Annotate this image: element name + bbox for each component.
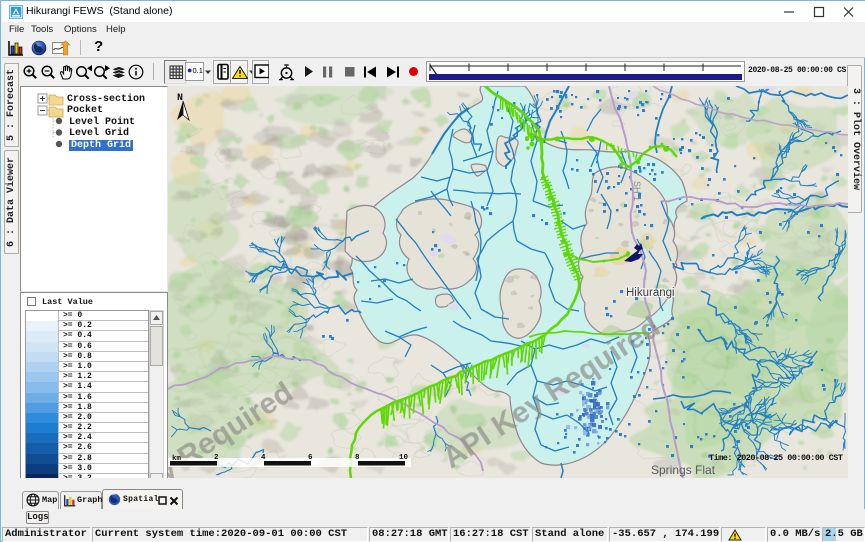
- svg-text:6: 6: [308, 454, 313, 462]
- svg-text:SH 1: SH 1: [632, 181, 642, 201]
- svg-text:N: N: [177, 93, 183, 104]
- svg-text:Springs Flat: Springs Flat: [651, 463, 716, 477]
- svg-text:10: 10: [399, 454, 409, 462]
- svg-text:2: 2: [214, 454, 219, 462]
- svg-text:Hikurangi: Hikurangi: [626, 287, 675, 299]
- svg-text:4: 4: [261, 454, 266, 462]
- svg-text:Time: 2020-08-25 00:00:00 CST: Time: 2020-08-25 00:00:00 CST: [709, 453, 843, 463]
- svg-text:8: 8: [355, 454, 360, 462]
